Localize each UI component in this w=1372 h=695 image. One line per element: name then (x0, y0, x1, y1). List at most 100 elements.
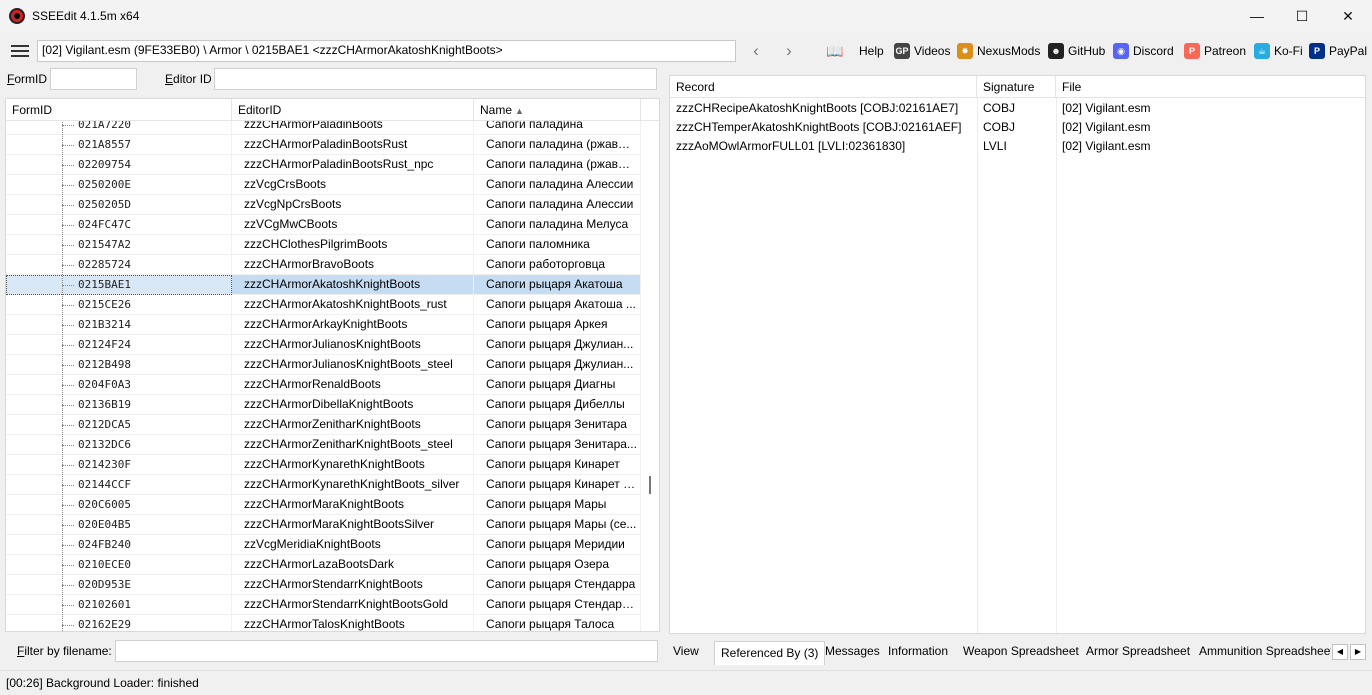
formid-filter-input[interactable] (50, 68, 137, 90)
tree-row[interactable]: 0212DCA5 zzzCHArmorZenitharKnightBoots Сап… (6, 415, 659, 435)
menu-icon[interactable] (11, 45, 29, 57)
tree-row[interactable]: 0215CE26 zzzCHArmorAkatoshKnightBoots_rus… (6, 295, 659, 315)
link-patreon-button[interactable]: P Patreon (1184, 41, 1246, 61)
column-editorid[interactable]: EditorID (232, 99, 474, 121)
tree-connector (62, 465, 74, 466)
record-cell: zzzCHTemperAkatoshKnightBoots [COBJ:0216… (676, 120, 962, 134)
tree-connector (62, 365, 74, 366)
formid-cell: 020C6005 (6, 495, 232, 515)
paypal-icon: P (1309, 43, 1325, 59)
tree-row[interactable]: 02136B19 zzzCHArmorDibellaKnightBoots Сапо… (6, 395, 659, 415)
link-discord-button[interactable]: ◉ Discord (1113, 41, 1174, 61)
tab-weapon-spreadsheet[interactable]: Weapon Spreadsheet (957, 640, 1085, 664)
tree-connector (62, 245, 74, 246)
tree-row[interactable]: 02162E29 zzzCHArmorTalosKnightBoots Сапоги… (6, 615, 659, 631)
tab-messages[interactable]: Messages (819, 640, 886, 664)
tree-row[interactable]: 02285724 zzzCHArmorBravoBoots Сапоги работ… (6, 255, 659, 275)
tab-armor-spreadsheet[interactable]: Armor Spreadsheet (1080, 640, 1196, 664)
record-path-field[interactable]: [02] Vigilant.esm (9FE33EB0) \ Armor \ 0… (37, 40, 736, 62)
pane-splitter[interactable] (662, 68, 665, 664)
close-button[interactable]: ✕ (1325, 0, 1371, 32)
filename-filter-input[interactable] (115, 640, 658, 662)
tree-connector (62, 385, 74, 386)
tree-row-selected[interactable]: 0215BAE1 zzzCHArmorAkatoshKnightBoots Сапо… (6, 275, 659, 295)
name-cell: Сапоги рыцаря Меридии (474, 535, 641, 555)
formid-cell: 0210ECE0 (6, 555, 232, 575)
reference-row[interactable]: zzzAoMOwlArmorFULL01 [LVLI:02361830] LVLI… (670, 137, 1365, 156)
tree-row[interactable]: 0212B498 zzzCHArmorJulianosKnightBoots_st… (6, 355, 659, 375)
formid-cell: 0250200E (6, 175, 232, 195)
minimize-button[interactable]: — (1234, 0, 1280, 32)
name-cell: Сапоги рыцаря Стендарр... (474, 595, 641, 615)
app-icon (9, 8, 25, 24)
formid-cell: 02209754 (6, 155, 232, 175)
tree-row[interactable]: 0204F0A3 zzzCHArmorRenaldBoots Сапоги рыца… (6, 375, 659, 395)
editorid-cell: zzzCHArmorZenitharKnightBoots (232, 415, 474, 435)
tree-row[interactable]: 024FB240 zzVcgMeridiaKnightBoots Сапоги ры… (6, 535, 659, 555)
tree-row[interactable]: 02102601 zzzCHArmorStendarrKnightBootsGol… (6, 595, 659, 615)
tab-scroll-right-icon[interactable]: ▶ (1350, 644, 1366, 660)
tree-row[interactable]: 021B3214 zzzCHArmorArkayKnightBoots Сапоги… (6, 315, 659, 335)
tree-connector (62, 625, 74, 626)
link-nexusmods-button[interactable]: ✸ NexusMods (957, 41, 1040, 61)
link-videos-button[interactable]: GP Videos (894, 41, 950, 61)
back-button[interactable]: ‹ (745, 40, 767, 62)
link-help-button[interactable]: 📖 Help (815, 41, 883, 61)
tab-view[interactable]: View (667, 640, 705, 664)
editorid-cell: zzzCHArmorJulianosKnightBoots (232, 335, 474, 355)
tree-row[interactable]: 020D953E zzzCHArmorStendarrKnightBoots Сап… (6, 575, 659, 595)
tree-connector (62, 585, 74, 586)
editorid-cell: zzVcgNpCrsBoots (232, 195, 474, 215)
tab-information[interactable]: Information (882, 640, 954, 664)
gp-icon: GP (894, 43, 910, 59)
tree-row[interactable]: 0250200E zzVcgCrsBoots Сапоги паладина Але… (6, 175, 659, 195)
editorid-cell: zzzCHArmorJulianosKnightBoots_steel (232, 355, 474, 375)
column-name[interactable]: Name ▲ (474, 99, 641, 121)
column-signature[interactable]: Signature (977, 76, 1056, 98)
tree-row[interactable]: 020C6005 zzzCHArmorMaraKnightBoots Сапоги … (6, 495, 659, 515)
tree-row[interactable]: 0214230F zzzCHArmorKynarethKnightBoots Сап… (6, 455, 659, 475)
maximize-button[interactable]: ☐ (1279, 0, 1325, 32)
tab-referenced-by[interactable]: Referenced By (3) (714, 641, 826, 665)
formid-cell: 02132DC6 (6, 435, 232, 455)
tab-scroll-left-icon[interactable]: ◀ (1332, 644, 1348, 660)
reference-row[interactable]: zzzCHTemperAkatoshKnightBoots [COBJ:0216… (670, 118, 1365, 137)
column-formid[interactable]: FormID (6, 99, 232, 121)
tree-row[interactable]: 02124F24 zzzCHArmorJulianosKnightBoots Сап… (6, 335, 659, 355)
formid-cell: 020E04B5 (6, 515, 232, 535)
record-tree[interactable]: 021A7220 zzzCHArmorPaladinBoots Сапоги пал… (5, 98, 660, 632)
referenced-by-grid[interactable]: Record Signature File zzzCHRecipeAkatosh… (669, 75, 1366, 634)
filename-filter-label: Filter by filename: (17, 644, 112, 658)
link-label: Patreon (1204, 44, 1247, 58)
tree-row[interactable]: 02144CCF zzzCHArmorKynarethKnightBoots_si… (6, 475, 659, 495)
tree-row[interactable]: 0250205D zzVcgNpCrsBoots Сапоги паладина А… (6, 195, 659, 215)
tree-row[interactable]: 024FC47C zzVCgMwCBoots Сапоги паладина Мел… (6, 215, 659, 235)
editorid-cell: zzzCHArmorMaraKnightBootsSilver (232, 515, 474, 535)
tree-row[interactable]: 0210ECE0 zzzCHArmorLazaBootsDark Сапоги ры… (6, 555, 659, 575)
tree-connector (62, 305, 74, 306)
tree-row[interactable]: 021547A2 zzzCHClothesPilgrimBoots Сапоги п… (6, 235, 659, 255)
name-cell: Сапоги рыцаря Акатоша (474, 275, 641, 295)
tab-ammunition-spreadsheet[interactable]: Ammunition Spreadsheet (1193, 640, 1331, 664)
tree-scrollbar-thumb[interactable] (649, 476, 651, 494)
link-paypal-button[interactable]: P PayPal (1309, 41, 1367, 61)
name-cell: Сапоги паломника (474, 235, 641, 255)
reference-row[interactable]: zzzCHRecipeAkatoshKnightBoots [COBJ:0216… (670, 99, 1365, 118)
link-ko-fi-button[interactable]: ☕ Ko-Fi (1254, 41, 1303, 61)
column-file[interactable]: File (1056, 76, 1365, 98)
link-github-button[interactable]: ☻ GitHub (1048, 41, 1105, 61)
tree-body: 021A7220 zzzCHArmorPaladinBoots Сапоги пал… (6, 115, 659, 631)
column-record[interactable]: Record (670, 76, 977, 98)
tree-row[interactable]: 02132DC6 zzzCHArmorZenitharKnightBoots_st… (6, 435, 659, 455)
name-cell: Сапоги работорговца (474, 255, 641, 275)
tree-row[interactable]: 02209754 zzzCHArmorPaladinBootsRust_npc Са… (6, 155, 659, 175)
tree-connector (62, 605, 74, 606)
forward-button[interactable]: › (778, 40, 800, 62)
editorid-filter-input[interactable] (214, 68, 657, 90)
signature-cell: LVLI (983, 139, 1007, 153)
name-cell: Сапоги рыцаря Зенитара (474, 415, 641, 435)
formid-cell: 0212DCA5 (6, 415, 232, 435)
tree-connector (62, 565, 74, 566)
tree-row[interactable]: 020E04B5 zzzCHArmorMaraKnightBootsSilver С… (6, 515, 659, 535)
tree-row[interactable]: 021A8557 zzzCHArmorPaladinBootsRust Сапоги… (6, 135, 659, 155)
